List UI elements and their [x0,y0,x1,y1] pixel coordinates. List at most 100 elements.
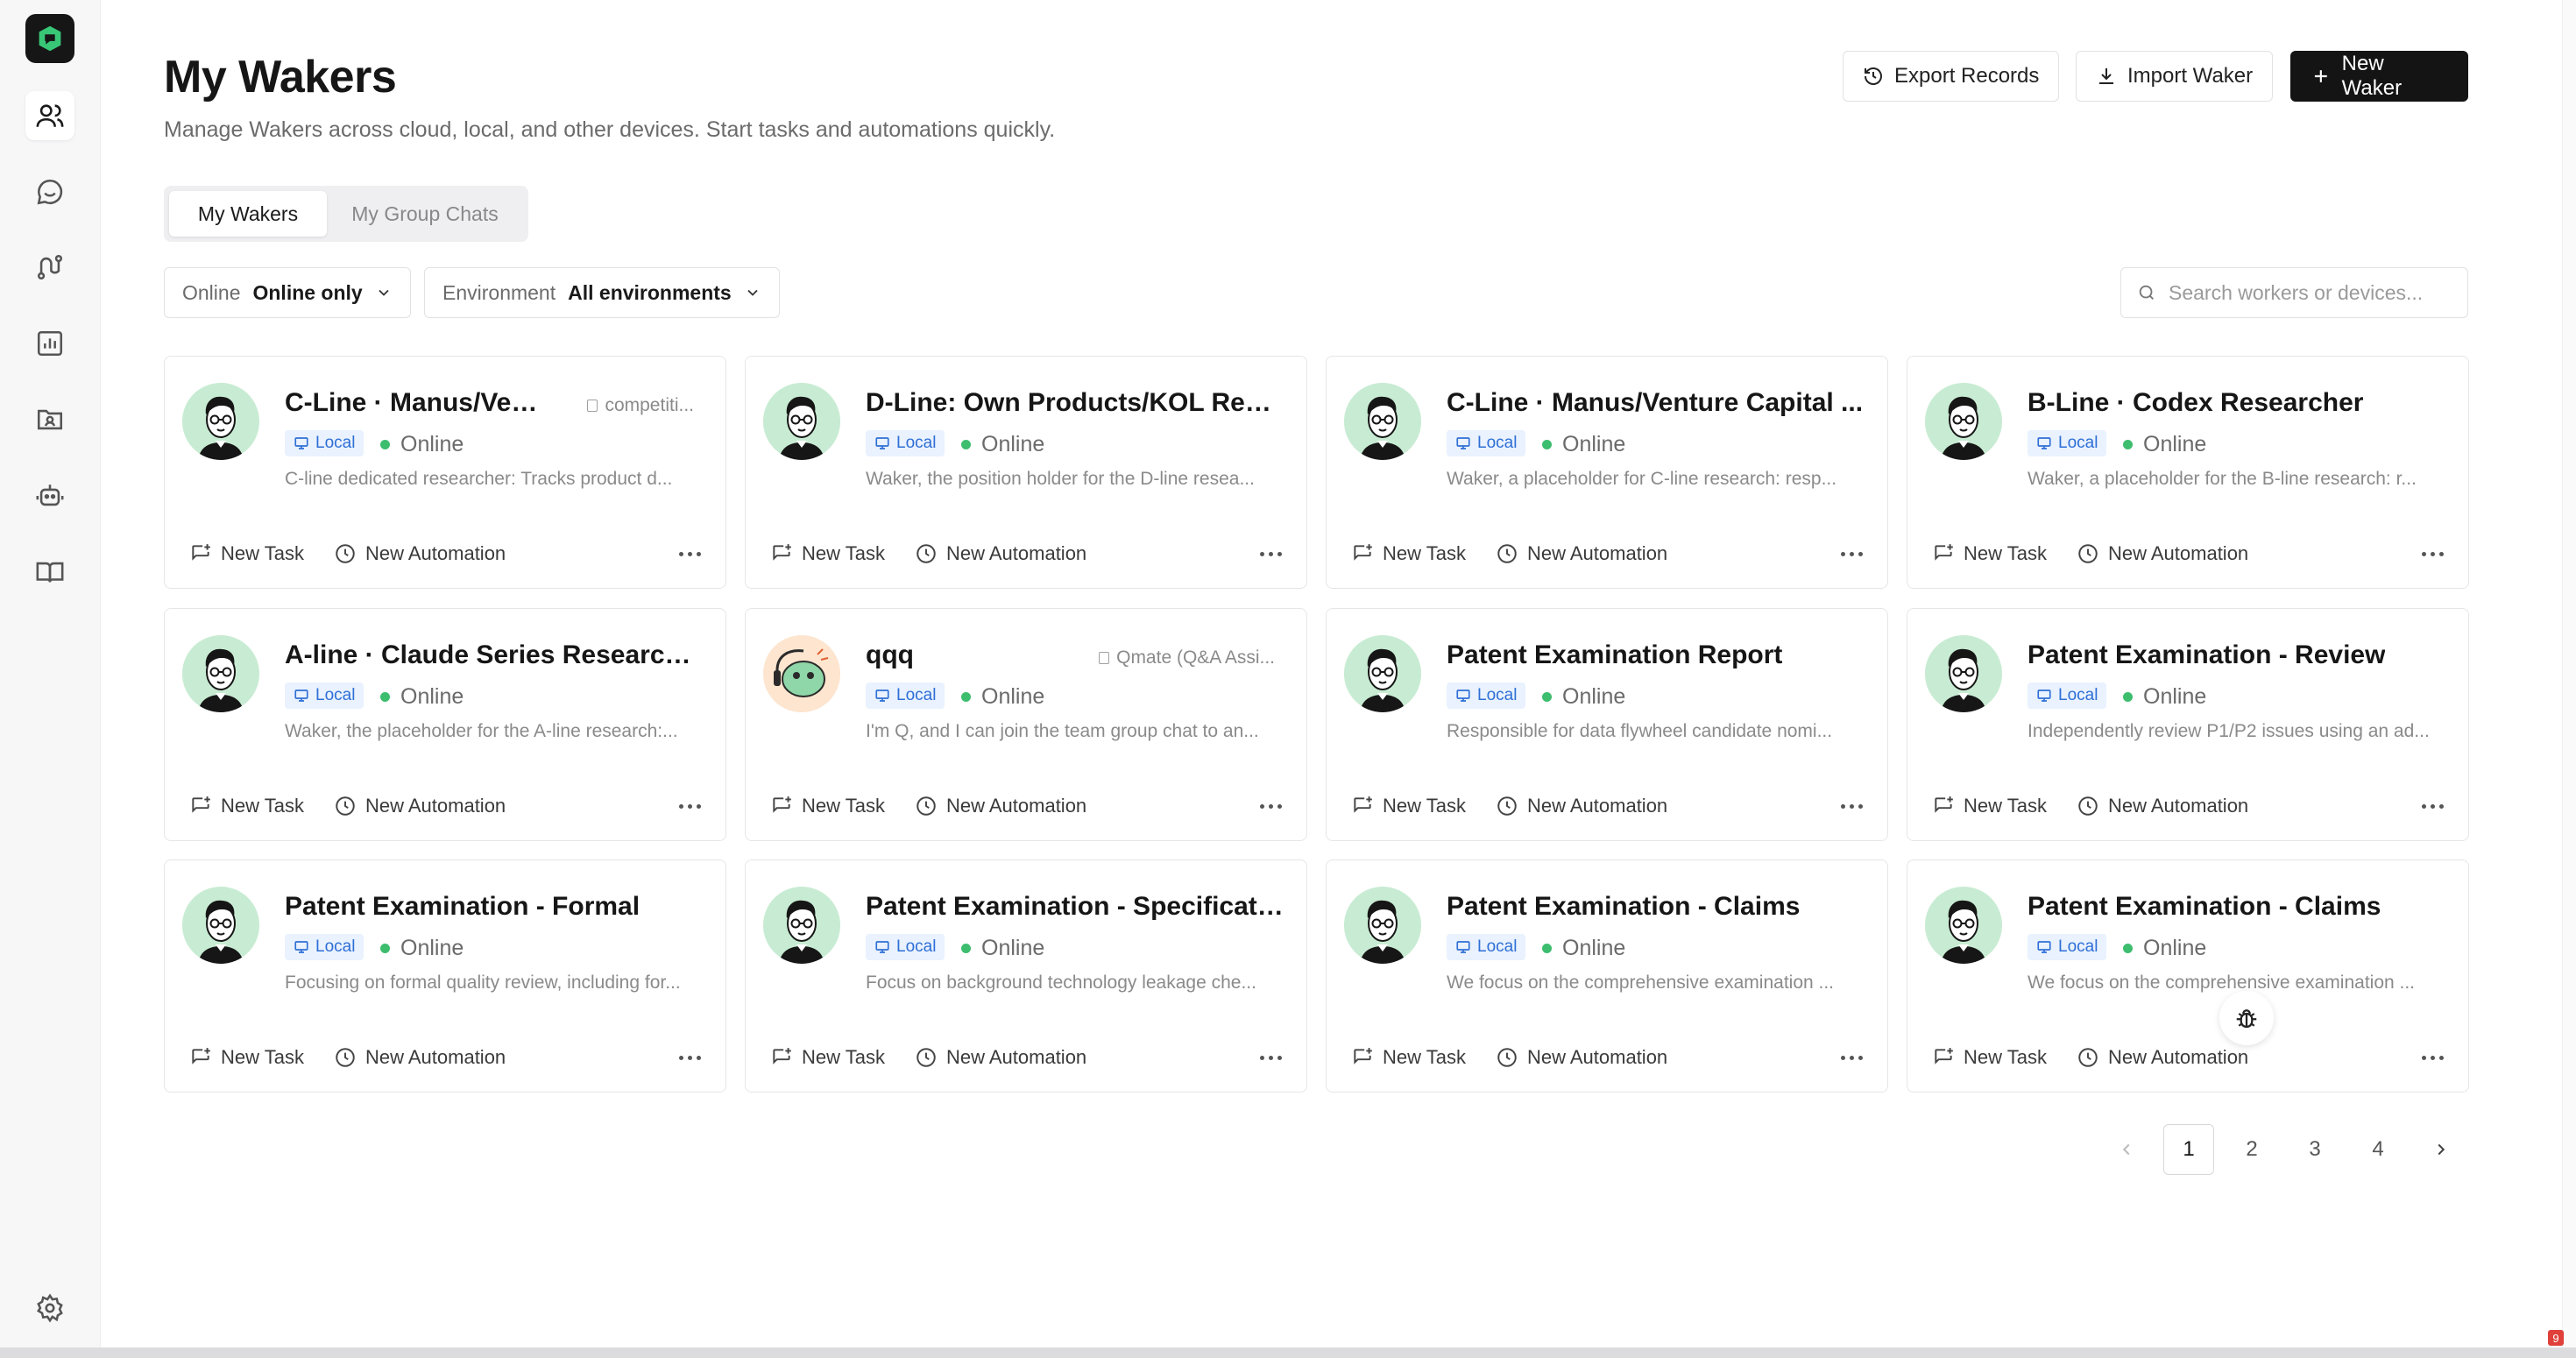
local-badge: Local [1447,430,1526,456]
waker-card[interactable]: Patent Examination - Claims Local Online… [1326,859,1888,1093]
more-options-icon[interactable] [679,803,701,809]
new-task-button[interactable]: New Task [189,795,304,817]
new-automation-button[interactable]: New Automation [915,1046,1086,1069]
waker-card[interactable]: Patent Examination - Claims Local Online… [1907,859,2469,1093]
new-task-button[interactable]: New Task [1932,542,2047,565]
settings-button[interactable] [25,1284,74,1333]
page-3-button[interactable]: 3 [2289,1124,2340,1175]
page-2-button[interactable]: 2 [2226,1124,2277,1175]
vertical-scrollbar[interactable] [2562,0,2576,1347]
new-automation-button[interactable]: New Automation [915,795,1086,817]
waker-card[interactable]: A-line · Claude Series Researcher Local … [164,608,726,841]
waker-card[interactable]: D-Line: Own Products/KOL Rese... Local O… [745,356,1307,589]
local-badge: Local [2028,430,2107,456]
waker-card[interactable]: Patent Examination - Specificati... Loca… [745,859,1307,1093]
new-automation-button[interactable]: New Automation [334,1046,506,1069]
new-task-button[interactable]: New Task [1351,542,1466,565]
sidebar-item-users[interactable] [25,91,74,140]
new-automation-button[interactable]: New Automation [334,795,506,817]
sidebar-item-docs[interactable] [25,548,74,597]
more-options-icon[interactable] [1260,1055,1282,1060]
more-options-icon[interactable] [1260,803,1282,809]
online-dot-icon [1542,440,1552,449]
more-options-icon[interactable] [1260,551,1282,556]
environment-filter-value: All environments [568,280,732,304]
local-badge-label: Local [896,686,937,704]
new-task-button[interactable]: New Task [1351,1046,1466,1069]
import-waker-label: Import Waker [2127,64,2254,88]
page-4-button[interactable]: 4 [2353,1124,2403,1175]
waker-card[interactable]: qqq Qmate (Q&A Assi... Local Online I'm … [745,608,1307,841]
online-filter[interactable]: Online Online only [164,267,411,318]
more-options-icon[interactable] [679,1055,701,1060]
card-actions: New Task New Automation [770,1043,1282,1072]
waker-card[interactable]: Patent Examination - Formal Local Online… [164,859,726,1093]
sidebar-item-contacts[interactable] [25,395,74,444]
waker-card[interactable]: Patent Examination Report Local Online R… [1326,608,1888,841]
waker-name: A-line · Claude Series Researcher [285,640,704,669]
more-options-icon[interactable] [679,551,701,556]
new-task-button[interactable]: New Task [770,1046,885,1069]
more-options-icon[interactable] [2422,1055,2444,1060]
more-options-icon[interactable] [1841,1055,1863,1060]
more-options-icon[interactable] [1841,551,1863,556]
new-task-button[interactable]: New Task [770,795,885,817]
online-dot-icon [2123,440,2133,449]
new-automation-button[interactable]: New Automation [1496,795,1667,817]
waker-name: D-Line: Own Products/KOL Rese... [866,388,1284,417]
new-task-button[interactable]: New Task [189,1046,304,1069]
more-options-icon[interactable] [1841,803,1863,809]
new-automation-button[interactable]: New Automation [2077,795,2248,817]
waker-name: Patent Examination - Specificati... [866,892,1284,921]
horizontal-scrollbar[interactable] [0,1347,2576,1358]
sidebar-item-analytics[interactable] [25,319,74,368]
environment-filter-label: Environment [442,280,556,304]
waker-card[interactable]: Patent Examination - Review Local Online… [1907,608,2469,841]
monitor-icon [875,437,889,449]
new-automation-button[interactable]: New Automation [1496,542,1667,565]
sidebar-item-bots[interactable] [25,471,74,520]
waker-card[interactable]: B-Line · Codex Researcher Local Online W… [1907,356,2469,589]
clock-icon [2078,1048,2098,1067]
person-avatar-icon [1344,383,1421,460]
debug-button[interactable] [2219,991,2274,1045]
new-task-icon [1935,796,1953,813]
app-logo[interactable] [25,14,74,63]
tab-my-group-chats[interactable]: My Group Chats [327,191,523,237]
next-page-button[interactable] [2416,1124,2466,1175]
new-automation-button[interactable]: New Automation [915,542,1086,565]
new-automation-button[interactable]: New Automation [334,542,506,565]
prev-page-button[interactable] [2101,1124,2152,1175]
new-task-button[interactable]: New Task [1932,795,2047,817]
waker-name: qqq [866,640,914,669]
waker-description: Responsible for data flywheel candidate … [1447,721,1833,741]
waker-description: Focus on background technology leakage c… [866,973,1256,993]
export-records-button[interactable]: Export Records [1843,51,2060,102]
local-badge-label: Local [2058,434,2098,452]
new-task-button[interactable]: New Task [1932,1046,2047,1069]
page-1-button[interactable]: 1 [2163,1124,2214,1175]
new-automation-button[interactable]: New Automation [1496,1046,1667,1069]
new-automation-button[interactable]: New Automation [2077,542,2248,565]
status-indicator: Online [2123,432,2206,457]
more-options-icon[interactable] [2422,803,2444,809]
more-options-icon[interactable] [2422,551,2444,556]
search-input[interactable] [2169,280,2449,305]
sidebar-item-chats[interactable] [25,167,74,216]
waker-card[interactable]: C-Line · Manus/Venture Capital ... Local… [1326,356,1888,589]
new-task-button[interactable]: New Task [1351,795,1466,817]
import-waker-button[interactable]: Import Waker [2076,51,2274,102]
waker-description: We focus on the comprehensive examinatio… [1447,973,1835,993]
new-task-button[interactable]: New Task [770,542,885,565]
environment-filter[interactable]: Environment All environments [424,267,780,318]
new-automation-button[interactable]: New Automation [2077,1046,2248,1069]
new-waker-button[interactable]: New Waker [2290,51,2468,102]
new-task-button[interactable]: New Task [189,542,304,565]
online-filter-label: Online [182,280,241,304]
tab-my-wakers[interactable]: My Wakers [169,191,327,237]
sidebar-item-workflow[interactable] [25,243,74,292]
waker-card[interactable]: C-Line · Manus/Ven... competiti... Local… [164,356,726,589]
new-automation-label: New Automation [364,795,506,817]
card-actions: New Task New Automation [1932,1043,2444,1072]
status-label: Online [981,684,1045,709]
